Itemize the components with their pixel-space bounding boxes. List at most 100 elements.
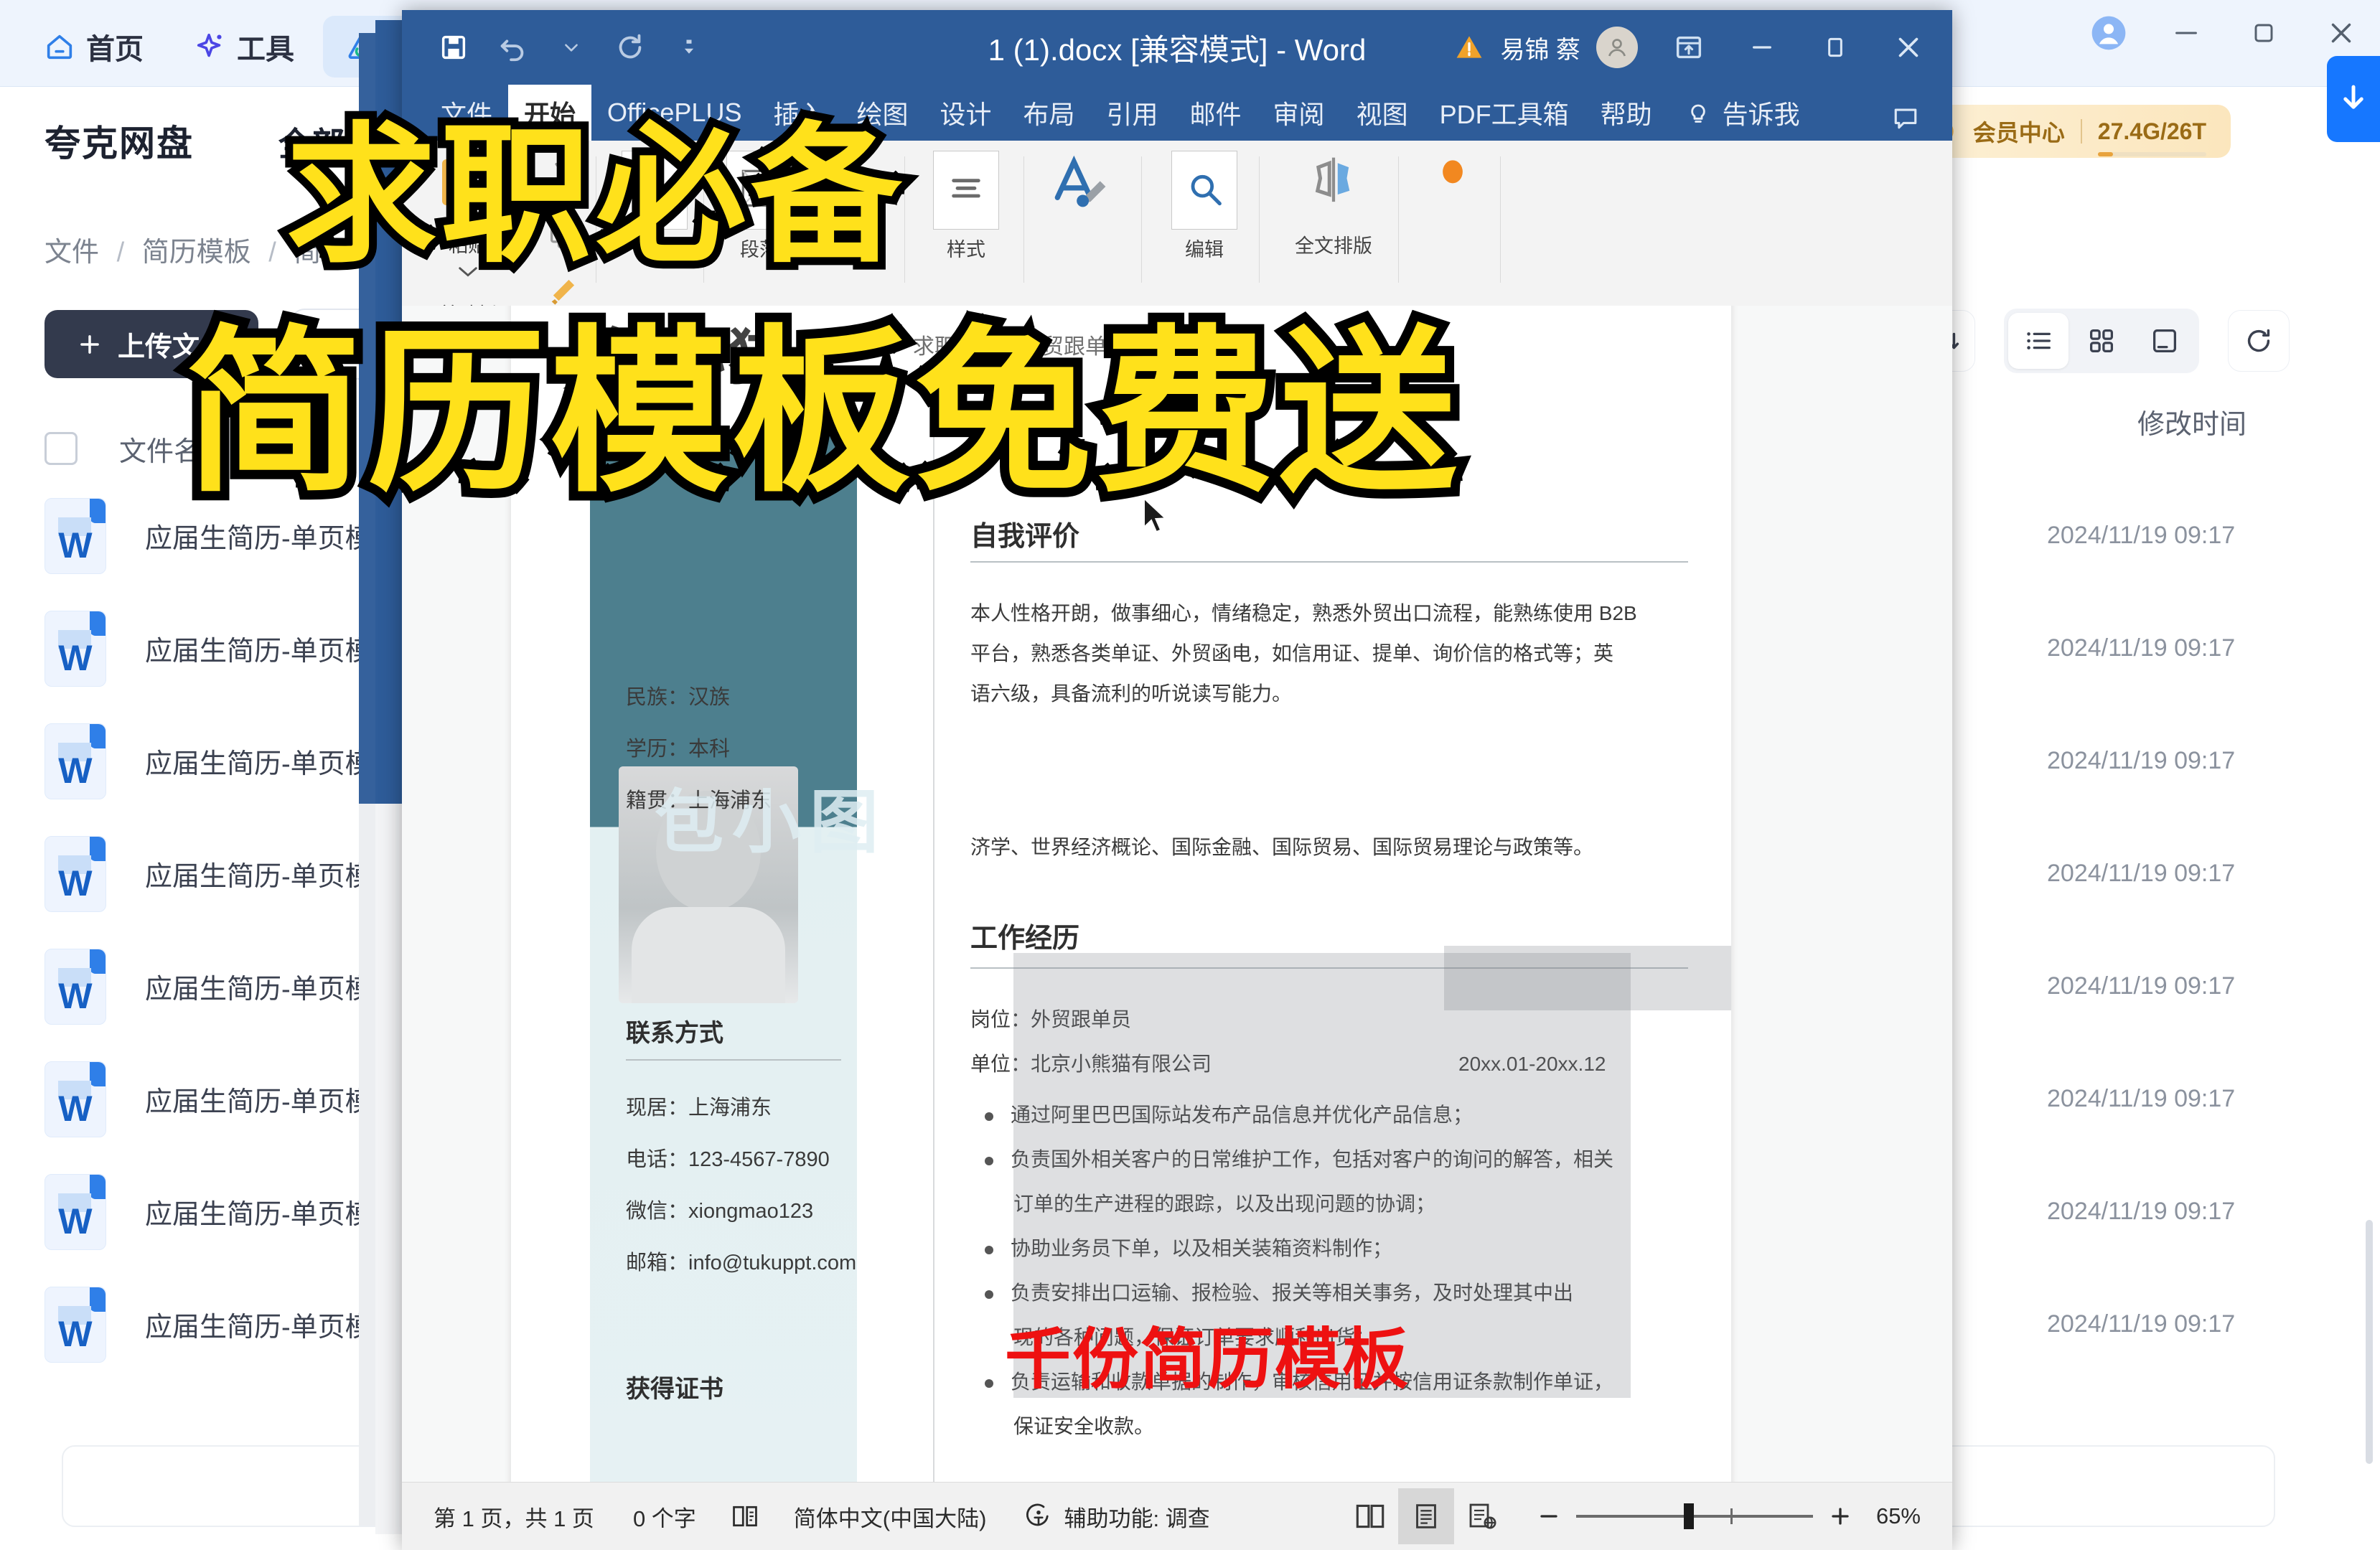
view-read-mode-button[interactable] xyxy=(1342,1488,1398,1544)
status-words[interactable]: 0 个字 xyxy=(633,1500,696,1533)
zoom-in-button[interactable] xyxy=(1826,1502,1855,1531)
tab-design[interactable]: 设计 xyxy=(924,85,1007,141)
person-icon xyxy=(1608,39,1626,57)
find-button[interactable] xyxy=(1171,151,1237,230)
lightbulb-icon xyxy=(1690,104,1705,123)
grid-view-icon xyxy=(2089,329,2114,353)
capacity-bar-fill xyxy=(2097,151,2113,156)
self-eval-line-0: 本人性格开朗，做事细心，情绪稳定，熟悉外贸出口流程，能熟练使用 B2B xyxy=(970,602,1637,624)
fulltext-layout-button[interactable] xyxy=(1299,151,1368,226)
document-watermark: 包小图 xyxy=(655,784,887,861)
resume-info-1: 学历：本科 xyxy=(626,738,731,761)
undo-button[interactable] xyxy=(495,30,530,65)
zoom-slider-thumb[interactable] xyxy=(1683,1503,1694,1529)
minimize-icon xyxy=(2175,32,2197,34)
resume-contact-3: 邮箱：info@tukuppt.com xyxy=(626,1251,857,1274)
status-page[interactable]: 第 1 页，共 1 页 xyxy=(434,1500,594,1533)
word-file-icon: W xyxy=(44,497,106,574)
quark-maximize-button[interactable] xyxy=(2244,13,2284,53)
qat-more-icon xyxy=(684,39,694,54)
qat-more-button[interactable] xyxy=(672,30,706,65)
paragraph-lines-icon xyxy=(952,179,980,198)
word-account[interactable]: 易锦 蔡 xyxy=(1453,27,1638,68)
work-bullet-7-text: 保证安全收款。 xyxy=(1013,1415,1155,1437)
quark-brand-title: 夸克网盘 xyxy=(44,123,194,164)
minus-icon xyxy=(1540,1515,1557,1518)
text-effects-button[interactable] xyxy=(1046,151,1112,226)
resume-contact-0: 现居：上海浦东 xyxy=(626,1096,772,1119)
refresh-button[interactable] xyxy=(2228,310,2290,372)
self-eval-line-1: 平台，熟悉各类单证、外贸函电，如信用证、提单、询价信的格式等；英 xyxy=(970,642,1614,664)
view-mode-segmented xyxy=(2004,309,2199,373)
file-modified-time: 2024/11/19 09:17 xyxy=(2047,634,2236,662)
highlight-dot-button[interactable] xyxy=(1430,151,1476,200)
word-maximize-button[interactable] xyxy=(1813,25,1857,70)
ribbon-right-actions xyxy=(1883,96,1952,141)
nav-tab-tools[interactable]: 工具 xyxy=(172,16,316,78)
undo-dropdown-button[interactable] xyxy=(554,30,589,65)
work-title: 工作经历 xyxy=(970,924,1080,954)
zoom-level[interactable]: 65% xyxy=(1876,1503,1921,1529)
word-status-bar: 第 1 页，共 1 页 0 个字 简体中文(中国大陆) 辅助功能: 调查 65% xyxy=(402,1482,1952,1550)
status-language[interactable]: 简体中文(中国大陆) xyxy=(794,1500,987,1533)
zoom-slider[interactable] xyxy=(1575,1503,1813,1529)
tab-help[interactable]: 帮助 xyxy=(1585,85,1668,141)
zoom-out-button[interactable] xyxy=(1535,1502,1563,1531)
editing-label: 编辑 xyxy=(1185,239,1224,260)
file-modified-time: 2024/11/19 09:17 xyxy=(2047,972,2236,1000)
select-all-checkbox[interactable] xyxy=(44,432,78,465)
word-minimize-button[interactable] xyxy=(1740,25,1784,70)
member-center-label: 会员中心 xyxy=(1972,120,2065,146)
styles-button[interactable] xyxy=(933,151,999,230)
maximize-icon xyxy=(2254,24,2273,42)
tab-review[interactable]: 审阅 xyxy=(1257,85,1341,141)
quark-minimize-button[interactable] xyxy=(2166,13,2206,53)
view-print-layout-button[interactable] xyxy=(1397,1488,1454,1544)
quark-account-icon[interactable] xyxy=(2089,13,2129,53)
status-accessibility[interactable]: 辅助功能: 调查 xyxy=(1023,1500,1210,1533)
proofing-book-icon xyxy=(732,1506,757,1527)
status-proofing[interactable] xyxy=(729,1502,761,1531)
resume-contact-2: 微信：xiongmao123 xyxy=(626,1200,814,1223)
tab-view[interactable]: 视图 xyxy=(1341,85,1424,141)
word-close-button[interactable] xyxy=(1886,25,1931,70)
tab-mailings[interactable]: 邮件 xyxy=(1174,85,1257,141)
nav-tab-home[interactable]: 首页 xyxy=(22,16,165,78)
download-badge[interactable] xyxy=(2327,56,2380,142)
redo-button[interactable] xyxy=(613,30,647,65)
word-file-icon: W xyxy=(44,1286,106,1363)
resume-cert-title: 获得证书 xyxy=(626,1376,723,1403)
tab-references[interactable]: 引用 xyxy=(1091,85,1174,141)
promo-headline-2: 简历模板免费送 xyxy=(176,310,1466,517)
warning-icon xyxy=(1456,36,1481,58)
word-user-name: 易锦 蔡 xyxy=(1500,36,1580,64)
save-button[interactable] xyxy=(436,30,471,65)
sparkle-icon xyxy=(197,33,222,57)
file-modified-time: 2024/11/19 09:17 xyxy=(2047,1310,2236,1338)
ribbon-separator xyxy=(1023,156,1024,283)
view-mode-grid[interactable] xyxy=(2071,313,2132,369)
view-mode-card[interactable] xyxy=(2135,313,2195,369)
quark-close-button[interactable] xyxy=(2321,13,2361,53)
status-accessibility-text: 辅助功能: 调查 xyxy=(1064,1506,1210,1531)
tell-me-box[interactable]: 告诉我 xyxy=(1668,85,1816,141)
breadcrumb-item-0[interactable]: 文件 xyxy=(44,238,99,268)
search-icon xyxy=(1191,174,1222,206)
page-scrollbar[interactable] xyxy=(2366,1220,2373,1464)
fulltext-layout-label: 全文排版 xyxy=(1295,235,1372,257)
tab-layout[interactable]: 布局 xyxy=(1008,85,1091,141)
column-header-time[interactable]: 修改时间 xyxy=(2137,402,2247,441)
promo-headline-1: 求职必备 xyxy=(278,108,909,283)
comments-button[interactable] xyxy=(1883,96,1928,141)
download-arrow-icon xyxy=(2343,85,2363,109)
view-mode-list[interactable] xyxy=(2008,313,2069,369)
work-bullet-7: 保证安全收款。 xyxy=(1013,1411,1154,1439)
breadcrumb-item-1[interactable]: 简历模板 xyxy=(142,238,251,268)
view-web-layout-button[interactable] xyxy=(1454,1488,1510,1544)
tab-pdf-toolbox[interactable]: PDF工具箱 xyxy=(1424,85,1585,141)
comment-icon xyxy=(1894,108,1917,129)
ribbon-display-options-button[interactable] xyxy=(1667,25,1711,70)
word-file-icon: W xyxy=(44,948,106,1025)
ribbon-separator xyxy=(1500,156,1501,283)
word-file-icon: W xyxy=(44,1061,106,1137)
